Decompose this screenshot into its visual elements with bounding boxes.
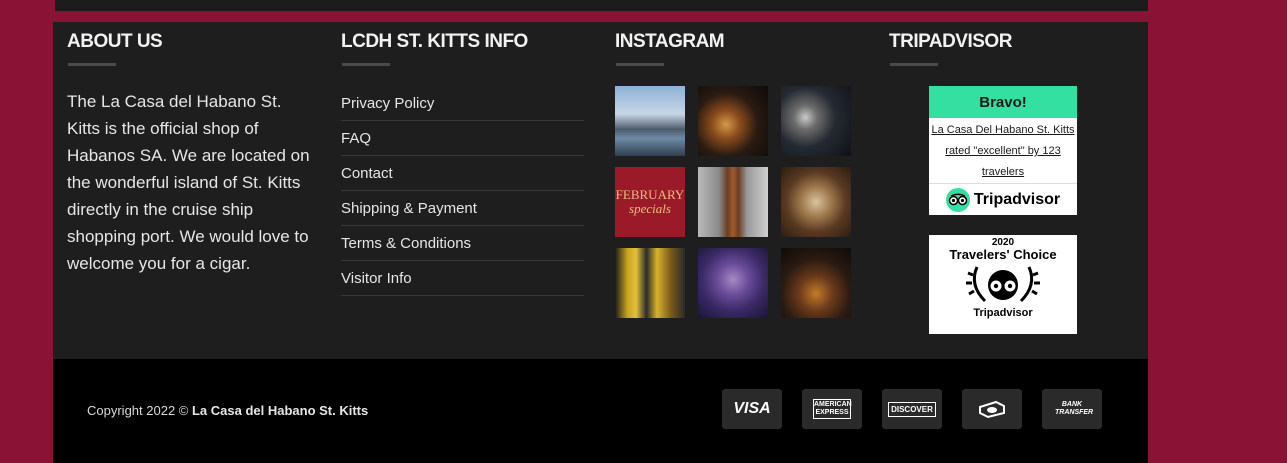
owl-icon (945, 187, 970, 212)
copyright: Copyright 2022 © La Casa del Habano St. … (87, 403, 368, 418)
visa-icon: VISA (722, 389, 782, 429)
thumb-text: FEBRUARY (615, 187, 685, 202)
heading-divider (616, 63, 664, 66)
about-text: The La Casa del Habano St. Kitts is the … (67, 92, 310, 273)
copyright-text: Copyright 2022 © (87, 403, 189, 418)
footer-widgets: ABOUT US The La Casa del Habano St. Kitt… (53, 22, 1148, 359)
bottom-bar: Copyright 2022 © La Casa del Habano St. … (53, 359, 1148, 463)
travelers-choice-badge[interactable]: 2020 Travelers' Choice Tripadvisor (929, 235, 1077, 334)
link-privacy-policy[interactable]: Privacy Policy (341, 86, 584, 121)
link-label[interactable]: Terms & Conditions (341, 235, 471, 252)
discover-label: DISCOVER (888, 401, 936, 417)
link-terms-conditions[interactable]: Terms & Conditions (341, 226, 584, 261)
instagram-photo-humidor[interactable] (781, 167, 851, 237)
bank-transfer-label: BANK TRANSFER (1055, 401, 1094, 416)
link-label[interactable]: FAQ (341, 130, 371, 147)
instagram-photo-shop-shelves[interactable] (615, 248, 685, 318)
heading-divider (890, 63, 938, 66)
instagram-photo-cognac[interactable] (781, 248, 851, 318)
link-visitor-info[interactable]: Visitor Info (341, 261, 584, 296)
heading-divider (342, 63, 390, 66)
amex-label: AMERICAN EXPRESS (813, 399, 852, 419)
amex-icon: AMERICAN EXPRESS (802, 389, 862, 429)
link-contact[interactable]: Contact (341, 156, 584, 191)
instagram-photo-february-specials[interactable]: FEBRUARY specials (615, 167, 685, 237)
visa-label: VISA (733, 400, 771, 417)
widget-heading: Bravo! (929, 86, 1077, 118)
link-label[interactable]: Visitor Info (341, 270, 412, 287)
cash-icon (962, 389, 1022, 429)
laurel-owl-icon (966, 266, 1040, 303)
info-heading: LCDH ST. KITTS INFO (341, 31, 528, 52)
thumb-text: specials (629, 201, 671, 216)
instagram-photo-smoker[interactable] (781, 86, 851, 156)
link-faq[interactable]: FAQ (341, 121, 584, 156)
instagram-photo-person-smoking[interactable] (698, 248, 768, 318)
link-label[interactable]: Privacy Policy (341, 95, 434, 112)
company-link[interactable]: La Casa del Habano St. Kitts (192, 403, 368, 418)
cash-glyph (979, 400, 1005, 419)
award-name: Travelers' Choice (949, 247, 1057, 262)
instagram-photo-cigar[interactable] (698, 167, 768, 237)
tripadvisor-rating-widget: Bravo! La Casa Del Habano St. Kitts rate… (929, 86, 1077, 215)
instagram-photo-whisky-cigar[interactable] (698, 86, 768, 156)
instagram-heading: INSTAGRAM (615, 31, 725, 52)
bank-transfer-icon: BANK TRANSFER (1042, 389, 1102, 429)
tripadvisor-heading: TRIPADVISOR (889, 31, 1012, 52)
instagram-photo-mountains[interactable] (615, 86, 685, 156)
link-label[interactable]: Shipping & Payment (341, 200, 477, 217)
tripadvisor-wordmark: Tripadvisor (973, 190, 1061, 208)
discover-icon: DISCOVER (882, 389, 942, 429)
award-brand: Tripadvisor (973, 307, 1033, 319)
link-shipping-payment[interactable]: Shipping & Payment (341, 191, 584, 226)
heading-divider (68, 63, 116, 66)
link-label[interactable]: Contact (341, 165, 393, 182)
widget-rating-link[interactable]: La Casa Del Habano St. Kitts rated "exce… (929, 118, 1077, 183)
tripadvisor-logo[interactable]: Tripadvisor (929, 183, 1077, 215)
about-heading: ABOUT US (67, 31, 163, 52)
top-bar (55, 0, 1148, 11)
info-links: Privacy Policy FAQ Contact Shipping & Pa… (341, 86, 584, 296)
